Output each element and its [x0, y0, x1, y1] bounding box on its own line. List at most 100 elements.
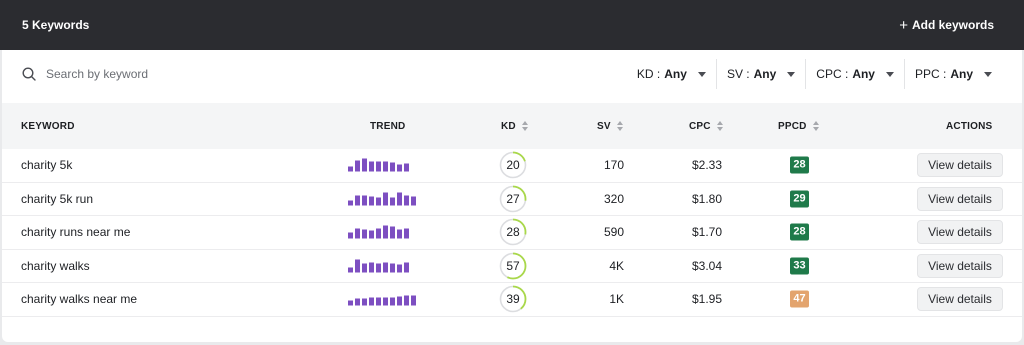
view-details-button[interactable]: View details [917, 186, 1003, 211]
kd-gauge: 20 [499, 151, 527, 179]
sort-icon [521, 120, 529, 131]
chevron-down-icon [984, 71, 992, 77]
search-box [22, 66, 627, 82]
column-header-cpc-label: CPC [689, 120, 711, 132]
filter-kd-label: KD : [636, 67, 661, 81]
cpc-cell: $2.33 [691, 158, 722, 173]
table-row: charity 5k 20 170 $2.33 28 View details [2, 149, 1022, 183]
filter-sv-label: SV : [726, 67, 750, 81]
kd-gauge: 39 [499, 285, 527, 313]
filter-cpc[interactable]: CPC : Any [805, 59, 904, 89]
table-row: charity 5k run 27 320 $1.80 29 View details [2, 183, 1022, 216]
kd-value: 27 [506, 191, 520, 206]
view-details-button[interactable]: View details [917, 153, 1003, 178]
trend-bar [383, 192, 388, 206]
column-header-sv[interactable]: SV [597, 121, 624, 132]
trend-bar [404, 228, 409, 239]
view-details-button[interactable]: View details [917, 287, 1003, 312]
trend-sparkline [348, 259, 409, 273]
ppcd-badge: 47 [790, 290, 809, 308]
filter-cpc-value: Any [852, 67, 875, 81]
trend-bar [404, 262, 409, 273]
ppcd-badge: 28 [790, 156, 809, 174]
chevron-down-icon [697, 71, 706, 77]
trend-bar [390, 297, 395, 306]
keyword-count: 5 Keywords [22, 18, 90, 32]
sv-cell: 1K [609, 292, 624, 307]
trend-bar [376, 228, 381, 239]
filter-bar: KD : Any SV : Any CPC : Any PPC : Any [2, 50, 1022, 98]
chevron-down-icon [787, 71, 796, 77]
trend-bar [390, 197, 395, 206]
column-header-actions: ACTIONS [946, 120, 993, 132]
trend-bar [355, 195, 360, 206]
keyword-cell: charity 5k run [21, 191, 94, 206]
trend-bar [348, 200, 353, 206]
trend-bar [376, 161, 381, 172]
trend-bar [369, 297, 374, 306]
top-bar: 5 Keywords + Add keywords [0, 0, 1024, 50]
trend-bar [390, 226, 395, 239]
trend-bar [355, 259, 360, 273]
trend-bar [348, 232, 353, 239]
trend-bar [376, 197, 381, 206]
filter-sv[interactable]: SV : Any [715, 59, 805, 89]
keywords-panel: KD : Any SV : Any CPC : Any PPC : Any KE… [2, 50, 1022, 342]
trend-bar [411, 196, 416, 206]
add-keywords-button[interactable]: + Add keywords [899, 18, 994, 33]
sv-cell: 320 [603, 191, 624, 206]
keyword-cell: charity runs near me [21, 225, 131, 240]
kd-value: 57 [506, 258, 520, 273]
filter-kd[interactable]: KD : Any [627, 59, 716, 89]
trend-sparkline [348, 293, 416, 306]
trend-bar [362, 229, 367, 239]
column-header-trend: TREND [370, 120, 406, 132]
table-row: charity runs near me 28 590 $1.70 28 View det… [2, 216, 1022, 250]
trend-bar [383, 262, 388, 273]
kd-value: 20 [506, 158, 520, 173]
sort-icon [716, 120, 724, 131]
table-row: charity walks 57 4K $3.04 33 View details [2, 250, 1022, 283]
ppcd-badge: 28 [790, 223, 809, 241]
trend-bar [362, 298, 367, 306]
filter-ppc[interactable]: PPC : Any [903, 59, 1002, 89]
filter-kd-value: Any [664, 67, 687, 81]
chevron-down-icon [885, 71, 894, 77]
trend-bar [383, 161, 388, 172]
trend-bar [397, 296, 402, 306]
trend-bar [348, 267, 353, 273]
trend-bar [355, 160, 360, 172]
filter-group: KD : Any SV : Any CPC : Any PPC : Any [627, 50, 1002, 98]
trend-bar [390, 162, 395, 172]
search-input[interactable] [44, 66, 288, 82]
trend-bar [397, 192, 402, 206]
table-row: charity walks near me 39 1K $1.95 47 View det… [2, 283, 1022, 317]
trend-bar [376, 297, 381, 306]
trend-bar [362, 158, 367, 172]
trend-sparkline [348, 158, 409, 172]
filter-ppc-value: Any [950, 67, 973, 81]
search-icon [22, 67, 36, 81]
cpc-cell: $1.95 [691, 292, 722, 307]
trend-bar [383, 225, 388, 239]
trend-bar [404, 195, 409, 206]
table-header: KEYWORD TREND KD SV CPC PPCD ACTIONS [2, 103, 1022, 149]
column-header-kd-label: KD [501, 120, 516, 132]
column-header-keyword: KEYWORD [21, 120, 75, 132]
trend-bar [348, 166, 353, 172]
filter-ppc-label: PPC : [914, 67, 947, 81]
kd-gauge: 27 [499, 185, 527, 213]
trend-bar [355, 228, 360, 239]
keyword-cell: charity 5k [21, 158, 73, 173]
filter-sv-value: Any [753, 67, 777, 81]
view-details-button[interactable]: View details [917, 253, 1003, 278]
view-details-button[interactable]: View details [917, 220, 1003, 245]
column-header-kd[interactable]: KD [501, 121, 529, 132]
keyword-cell: charity walks near me [21, 292, 138, 307]
ppcd-badge: 29 [790, 190, 809, 208]
column-header-ppcd[interactable]: PPCD [778, 121, 820, 132]
sv-cell: 4K [609, 258, 624, 273]
column-header-cpc[interactable]: CPC [689, 121, 724, 132]
trend-bar [369, 196, 374, 206]
trend-bar [404, 295, 409, 306]
